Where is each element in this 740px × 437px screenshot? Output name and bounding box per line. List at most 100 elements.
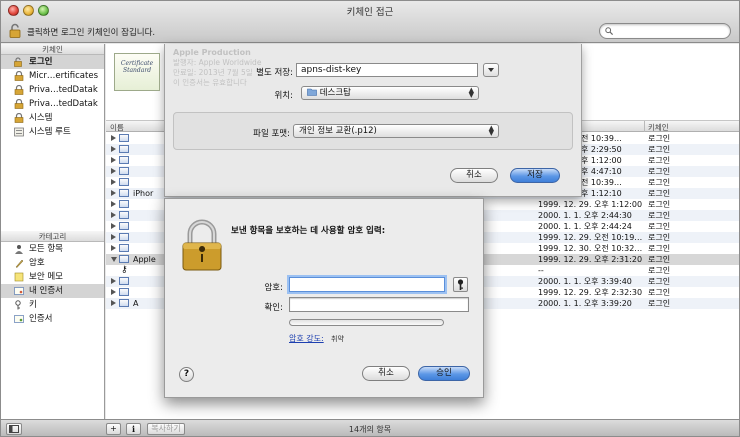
- bg-line: Apple Production: [173, 48, 251, 57]
- sidebar-item-label: 내 인증서: [29, 286, 63, 296]
- save-as-field[interactable]: apns-dist-key: [296, 63, 478, 77]
- where-popup[interactable]: 데스크탑 ▲ ▼: [301, 86, 479, 100]
- disclosure-icon[interactable]: [111, 135, 116, 141]
- disclosure-icon[interactable]: [111, 212, 116, 218]
- disclosure-icon[interactable]: [111, 146, 116, 152]
- sidebar-item-private-1[interactable]: Priva…tedDatak: [1, 83, 104, 97]
- row-keychain: 로그인: [648, 244, 671, 253]
- row-keychain: 로그인: [648, 134, 671, 143]
- sidebar-item-label: 시스템 루트: [29, 127, 71, 137]
- sidebar-item-all-items[interactable]: 모든 항목: [1, 242, 104, 256]
- cert-icon: [119, 167, 129, 175]
- row-keychain: 로그인: [648, 145, 671, 154]
- sidebar-item-label: 인증서: [29, 314, 53, 324]
- search-field[interactable]: [599, 23, 731, 39]
- sidebar-item-private-2[interactable]: Priva…tedDatak: [1, 97, 104, 111]
- format-value: 개인 정보 교환(.p12): [299, 126, 377, 136]
- categories-header: 카테고리: [1, 231, 104, 242]
- disclosure-icon[interactable]: [111, 245, 116, 251]
- row-date: 2000. 1. 1. 오후 3:39:20: [538, 299, 632, 308]
- column-header-keychain[interactable]: 키체인: [648, 122, 669, 133]
- chevron-down-icon: [488, 68, 494, 72]
- popup-arrows-icon: ▲ ▼: [488, 124, 494, 137]
- password-dialog: 보낸 항목을 보호하는 데 사용할 암호 입력: 암호: 확인: 암호 강도: …: [164, 198, 484, 398]
- sidebar-item-label: 보안 메모: [29, 272, 63, 282]
- sidebar-item-login[interactable]: 로그인: [1, 55, 104, 69]
- row-keychain: 로그인: [648, 189, 671, 198]
- row-date: 2000. 1. 1. 오후 3:39:40: [538, 277, 632, 286]
- popup-arrows-icon: ▲ ▼: [468, 86, 474, 99]
- cert-icon: [119, 233, 129, 241]
- sidebar-item-microsoft-certificates[interactable]: Micr…ertificates: [1, 69, 104, 83]
- disclosure-icon[interactable]: [111, 157, 116, 163]
- row-name: A: [133, 299, 139, 308]
- row-date: 1999. 12. 29. 오전 10:19…: [538, 233, 643, 242]
- expand-button[interactable]: [483, 63, 499, 77]
- sheet-save-button[interactable]: 저장: [510, 168, 560, 183]
- sidebar-item-secure-notes[interactable]: 보안 메모: [1, 270, 104, 284]
- sidebar-item-label: 암호: [29, 258, 45, 268]
- disclosure-icon[interactable]: [111, 223, 116, 229]
- export-sheet: Apple Production 발행자: Apple Worldwide 만료…: [164, 44, 582, 197]
- strength-link[interactable]: 암호 강도:: [289, 333, 324, 344]
- password-label: 암호:: [264, 283, 283, 293]
- row-date: 1999. 12. 29. 오후 2:31:20: [538, 255, 643, 264]
- disclosure-open-icon[interactable]: [111, 257, 117, 262]
- disclosure-icon[interactable]: [111, 278, 116, 284]
- certificate-thumbnail: Certificate Standard: [114, 53, 160, 91]
- format-popup[interactable]: 개인 정보 교환(.p12) ▲ ▼: [293, 124, 499, 138]
- column-header-name[interactable]: 이름: [110, 122, 124, 133]
- where-value: 데스크탑: [319, 88, 351, 98]
- strength-meter: [289, 319, 444, 326]
- note-icon: [14, 272, 24, 282]
- row-date: --: [538, 266, 544, 275]
- disclosure-icon[interactable]: [111, 300, 116, 306]
- sidebar-item-label: Priva…tedDatak: [29, 85, 98, 95]
- sidebar-item-certificates[interactable]: 인증서: [1, 312, 104, 326]
- cabinet-icon: [14, 127, 24, 137]
- key-icon: [15, 300, 21, 310]
- window-title: 키체인 접근: [346, 7, 394, 18]
- sidebar-item-passwords[interactable]: 암호: [1, 256, 104, 270]
- cert-icon: [119, 244, 129, 252]
- disclosure-icon[interactable]: [111, 201, 116, 207]
- pen-icon: [15, 259, 24, 268]
- help-button[interactable]: ?: [179, 367, 194, 382]
- disclosure-icon[interactable]: [111, 168, 116, 174]
- cert-icon: [119, 145, 129, 153]
- cert-icon: [119, 211, 129, 219]
- sidebar-item-system[interactable]: 시스템: [1, 111, 104, 125]
- dialog-cancel-button[interactable]: 취소: [362, 366, 410, 381]
- password-assistant-button[interactable]: [453, 277, 468, 292]
- sidebar-item-my-certificates[interactable]: 내 인증서: [1, 284, 104, 298]
- sidebar-item-keys[interactable]: 키: [1, 298, 104, 312]
- cert-icon: [119, 189, 129, 197]
- dialog-ok-button[interactable]: 승인: [418, 366, 470, 381]
- dialog-title: 보낸 항목을 보호하는 데 사용할 암호 입력:: [231, 226, 386, 236]
- key-icon: ⚷: [121, 265, 128, 275]
- cert-icon: [14, 287, 24, 295]
- cert-icon: [119, 200, 129, 208]
- row-keychain: 로그인: [648, 211, 671, 220]
- row-date: 1999. 12. 29. 오후 1:12:00: [538, 200, 643, 209]
- verify-field[interactable]: [289, 297, 469, 312]
- sidebar-item-system-roots[interactable]: 시스템 루트: [1, 125, 104, 139]
- lock-icon[interactable]: [9, 23, 21, 38]
- cert-icon: [119, 299, 129, 307]
- disclosure-icon[interactable]: [111, 234, 116, 240]
- row-keychain: 로그인: [648, 255, 671, 264]
- cert-icon: [119, 288, 129, 296]
- row-keychain: 로그인: [648, 299, 671, 308]
- disclosure-icon[interactable]: [111, 179, 116, 185]
- lock-icon: [14, 71, 24, 81]
- disclosure-icon[interactable]: [111, 289, 116, 295]
- row-keychain: 로그인: [648, 277, 671, 286]
- disclosure-icon[interactable]: [111, 190, 116, 196]
- cert-icon: [119, 134, 129, 142]
- password-field[interactable]: [289, 277, 445, 292]
- row-name: iPhor: [133, 189, 154, 198]
- sheet-cancel-button[interactable]: 취소: [450, 168, 498, 183]
- cert-icon: [119, 222, 129, 230]
- sidebar-item-label: 모든 항목: [29, 244, 63, 254]
- cert-icon: [119, 277, 129, 285]
